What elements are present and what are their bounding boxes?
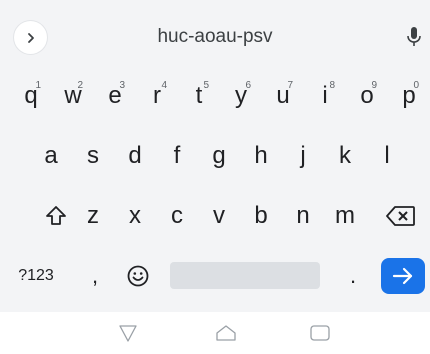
enter-key[interactable] [381, 258, 425, 294]
period-key[interactable]: . [338, 252, 368, 300]
key-label: a [44, 142, 58, 169]
key-s[interactable]: s [75, 132, 111, 180]
key-k[interactable]: k [327, 132, 363, 180]
symbols-key[interactable]: ?123 [10, 252, 62, 300]
key-label: h [254, 142, 268, 169]
backspace-icon [386, 206, 415, 226]
nav-recents-button[interactable] [308, 322, 332, 344]
key-y[interactable]: 6 y [223, 72, 259, 120]
key-g[interactable]: g [201, 132, 237, 180]
triangle-back-icon [119, 325, 137, 342]
system-navigation-bar [0, 312, 430, 354]
emoji-key[interactable] [120, 252, 156, 300]
key-label: ?123 [18, 267, 54, 284]
spacebar[interactable] [170, 262, 320, 289]
comma-key[interactable]: , [80, 252, 110, 300]
key-p[interactable]: 0 p [391, 72, 427, 120]
key-j[interactable]: j [285, 132, 321, 180]
key-i[interactable]: 8 i [307, 72, 343, 120]
expand-toolbar-button[interactable] [14, 21, 47, 54]
key-c[interactable]: c [159, 192, 195, 240]
key-hint: 9 [371, 80, 377, 91]
key-hint: 0 [413, 80, 419, 91]
arrow-right-icon [392, 267, 413, 285]
key-label: , [91, 263, 99, 288]
key-label: k [339, 142, 351, 169]
suggestion-item[interactable]: huc-aoau-psv [95, 22, 335, 52]
key-hint: 2 [77, 80, 83, 91]
shift-key[interactable] [34, 192, 78, 240]
shift-icon [46, 206, 66, 225]
key-label: i [322, 82, 328, 109]
key-hint: 6 [245, 80, 251, 91]
home-icon [216, 325, 236, 341]
emoji-icon [127, 265, 149, 287]
key-label: r [153, 82, 161, 109]
key-o[interactable]: 9 o [349, 72, 385, 120]
key-label: x [129, 202, 141, 229]
voice-input-button[interactable] [404, 22, 424, 52]
key-n[interactable]: n [285, 192, 321, 240]
key-label: z [87, 202, 99, 229]
recents-icon [310, 325, 330, 341]
key-v[interactable]: v [201, 192, 237, 240]
suggestion-bar: huc-aoau-psv [0, 0, 430, 64]
key-label: v [213, 202, 225, 229]
backspace-key[interactable] [378, 192, 424, 240]
key-m[interactable]: m [327, 192, 363, 240]
key-a[interactable]: a [33, 132, 69, 180]
key-d[interactable]: d [117, 132, 153, 180]
mic-icon [407, 27, 421, 46]
key-w[interactable]: 2 w [55, 72, 91, 120]
key-f[interactable]: f [159, 132, 195, 180]
key-label: n [296, 202, 310, 229]
key-hint: 7 [287, 80, 293, 91]
key-q[interactable]: 1 q [13, 72, 49, 120]
key-label: . [349, 263, 357, 288]
key-h[interactable]: h [243, 132, 279, 180]
key-r[interactable]: 4 r [139, 72, 175, 120]
key-hint: 4 [161, 80, 167, 91]
nav-back-button[interactable] [116, 322, 140, 344]
key-u[interactable]: 7 u [265, 72, 301, 120]
key-z[interactable]: z [75, 192, 111, 240]
key-hint: 8 [329, 80, 335, 91]
key-label: d [128, 142, 142, 169]
chevron-right-icon [27, 32, 34, 43]
nav-home-button[interactable] [214, 322, 238, 344]
key-x[interactable]: x [117, 192, 153, 240]
key-label: c [171, 202, 183, 229]
key-t[interactable]: 5 t [181, 72, 217, 120]
key-b[interactable]: b [243, 192, 279, 240]
key-label: b [254, 202, 268, 229]
key-l[interactable]: l [369, 132, 405, 180]
key-label: s [87, 142, 99, 169]
key-label: m [335, 202, 355, 229]
key-label: t [195, 82, 203, 109]
keyboard: huc-aoau-psv 1 q 2 w 3 e 4 r 5 t 6 y 7 u [0, 0, 430, 312]
key-label: g [212, 142, 226, 169]
key-e[interactable]: 3 e [97, 72, 133, 120]
key-label: j [300, 142, 306, 169]
key-label: f [173, 142, 181, 169]
key-hint: 1 [35, 80, 41, 91]
key-hint: 5 [203, 80, 209, 91]
key-label: l [384, 142, 390, 169]
key-hint: 3 [119, 80, 125, 91]
